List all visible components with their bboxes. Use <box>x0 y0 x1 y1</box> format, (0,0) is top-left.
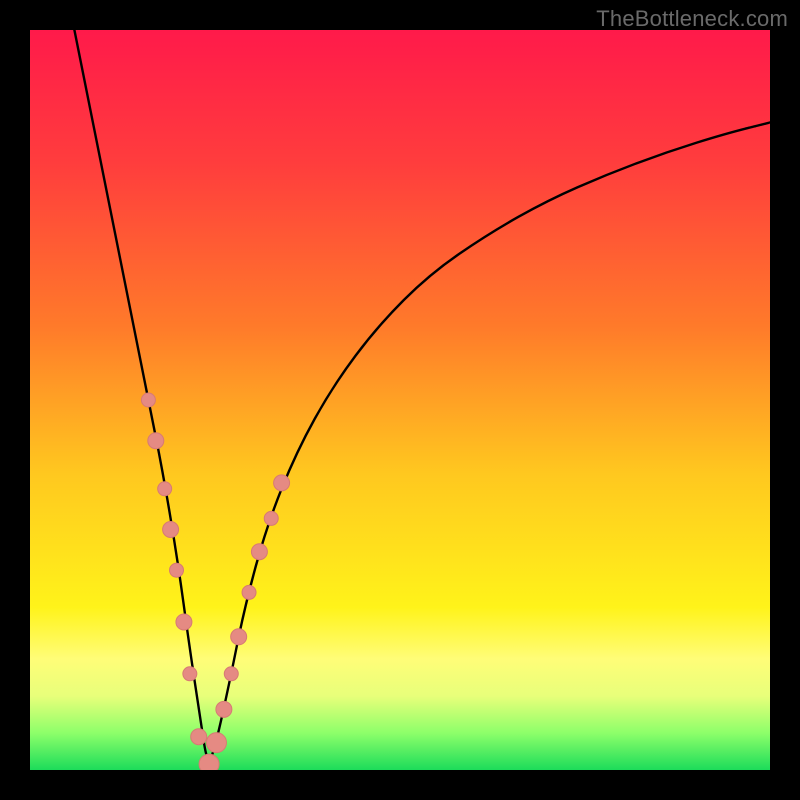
highlight-dot <box>191 729 207 745</box>
highlight-dot <box>216 701 232 717</box>
plot-area <box>30 30 770 770</box>
highlight-dot <box>224 667 238 681</box>
highlight-dot <box>183 667 197 681</box>
bottleneck-chart-svg <box>30 30 770 770</box>
highlight-dot <box>231 629 247 645</box>
highlight-dot <box>176 614 192 630</box>
highlight-dot <box>163 522 179 538</box>
highlight-dot <box>242 585 256 599</box>
chart-frame: TheBottleneck.com <box>0 0 800 800</box>
highlight-dot <box>170 563 184 577</box>
highlight-dot <box>158 482 172 496</box>
highlight-dot <box>199 754 219 770</box>
highlight-dot <box>251 544 267 560</box>
highlight-dot <box>206 733 226 753</box>
highlight-dot <box>274 475 290 491</box>
highlight-dot <box>264 511 278 525</box>
highlight-dot <box>141 393 155 407</box>
watermark-text: TheBottleneck.com <box>596 6 788 32</box>
highlight-dot <box>148 433 164 449</box>
